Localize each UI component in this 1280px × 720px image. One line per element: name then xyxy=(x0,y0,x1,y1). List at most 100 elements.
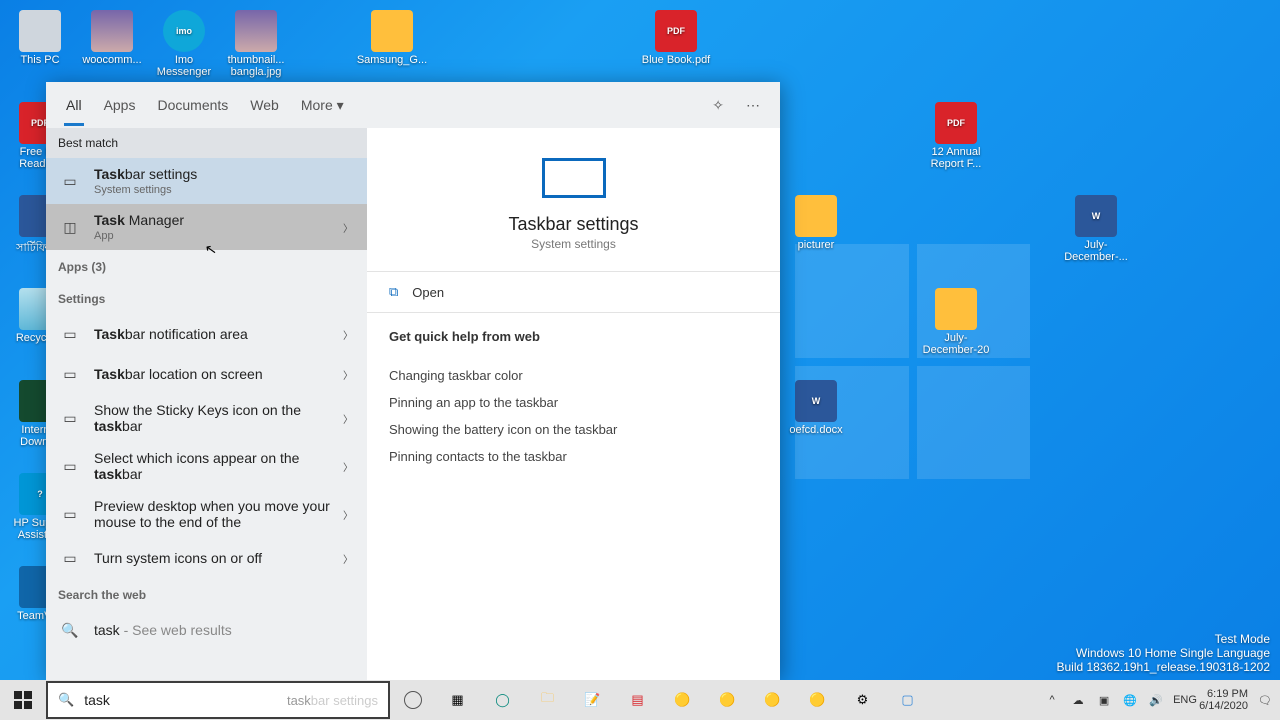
system-tray[interactable]: ^ ☁ ▣ 🌐 🔊 ENG 6:19 PM6/14/2020 🗨 xyxy=(1043,688,1280,712)
icon-label: Blue Book.pdf xyxy=(640,54,712,66)
options-icon[interactable]: ⋯ xyxy=(746,97,760,114)
open-icon: ⧉ xyxy=(389,284,398,300)
tab-all[interactable]: All xyxy=(66,97,82,113)
result-taskbar-settings[interactable]: ▭ Taskbar settingsSystem settings xyxy=(46,158,367,204)
desktop-icon[interactable]: WJuly-December-... xyxy=(1060,195,1132,263)
tab-documents[interactable]: Documents xyxy=(157,97,228,113)
taskbar-pdf[interactable]: ▤ xyxy=(615,680,660,720)
desktop-icon[interactable]: thumbnail... bangla.jpg xyxy=(220,10,292,78)
file-icon: W xyxy=(1075,195,1117,237)
icon-label: 12 Annual Report F... xyxy=(920,146,992,170)
section-best-match: Best match xyxy=(46,128,367,158)
desktop-icon[interactable]: woocomm... xyxy=(76,10,148,66)
chevron-right-icon: 〉 xyxy=(343,459,353,474)
desktop-build-info: Test Mode Windows 10 Home Single Languag… xyxy=(1056,632,1270,674)
icon-label: July-December-20 xyxy=(920,332,992,356)
chevron-right-icon: 〉 xyxy=(343,507,353,522)
chevron-right-icon: 〉 xyxy=(343,551,353,566)
file-icon: imo xyxy=(163,10,205,52)
detail-subtitle: System settings xyxy=(531,237,616,251)
icon-label: Samsung_G... xyxy=(356,54,428,66)
taskbar-pinned-apps: ▦ ◯ 🗀 📝 ▤ 🟡 🟡 🟡 🟡 ⚙ ▢ xyxy=(390,680,930,720)
tray-clock[interactable]: 6:19 PM6/14/2020 xyxy=(1199,688,1248,712)
taskbar-app-3[interactable]: 📝 xyxy=(570,680,615,720)
taskbar: 🔍 taskbar settings ▦ ◯ 🗀 📝 ▤ 🟡 🟡 🟡 🟡 ⚙ ▢… xyxy=(0,680,1280,720)
start-search-panel: All Apps Documents Web More ▾ ✧ ⋯ Best m… xyxy=(46,82,780,680)
desktop-icon[interactable]: PDF Blue Book.pdf xyxy=(640,10,712,66)
taskbar-app-1[interactable]: ▦ xyxy=(435,680,480,720)
detail-title: Taskbar settings xyxy=(508,214,638,235)
taskbar-settings[interactable]: ⚙ xyxy=(840,680,885,720)
taskbar-chrome-2[interactable]: 🟡 xyxy=(705,680,750,720)
file-icon xyxy=(371,10,413,52)
chevron-right-icon: 〉 xyxy=(343,367,353,382)
settings-icon: ▭ xyxy=(58,362,82,386)
settings-result-item[interactable]: ▭Taskbar notification area〉 xyxy=(46,314,367,354)
taskbar-edge[interactable]: ◯ xyxy=(480,680,525,720)
search-icon: 🔍 xyxy=(58,692,74,708)
settings-icon: ▭ xyxy=(58,454,82,478)
tray-notifications-icon[interactable]: 🗨 xyxy=(1256,694,1274,707)
desktop-icon[interactable]: PDF12 Annual Report F... xyxy=(920,102,992,170)
desktop-icon[interactable]: imoImo Messenger xyxy=(148,10,220,78)
file-icon: PDF xyxy=(655,10,697,52)
taskbar-explorer[interactable]: 🗀 xyxy=(525,680,570,720)
tray-overflow-icon[interactable]: ^ xyxy=(1043,694,1061,706)
desktop-icon[interactable]: picturer xyxy=(780,195,852,251)
tray-volume-icon[interactable]: 🔊 xyxy=(1147,694,1165,707)
result-task-manager[interactable]: ◫ Task ManagerApp 〉 xyxy=(46,204,367,250)
taskbar-chrome-4[interactable]: 🟡 xyxy=(795,680,840,720)
taskbar-chrome-1[interactable]: 🟡 xyxy=(660,680,705,720)
desktop-icon[interactable]: July-December-20 xyxy=(920,288,992,356)
tray-onedrive-icon[interactable]: ☁ xyxy=(1069,694,1087,707)
start-button[interactable] xyxy=(0,680,46,720)
desktop-icon[interactable]: Samsung_G... xyxy=(356,10,428,66)
settings-result-item[interactable]: ▭Show the Sticky Keys icon on the taskba… xyxy=(46,394,367,442)
task-manager-icon: ◫ xyxy=(58,215,82,239)
task-view-button[interactable] xyxy=(390,680,435,720)
taskbar-camera[interactable]: ▢ xyxy=(885,680,930,720)
file-icon xyxy=(91,10,133,52)
monitor-icon: ▭ xyxy=(58,169,82,193)
section-search-web: Search the web xyxy=(46,578,367,610)
tray-language[interactable]: ENG xyxy=(1173,694,1191,706)
file-icon xyxy=(935,288,977,330)
search-detail-pane: Taskbar settings System settings ⧉ Open … xyxy=(367,128,780,680)
help-heading: Get quick help from web xyxy=(389,329,758,344)
windows-logo-icon xyxy=(14,691,32,709)
file-icon xyxy=(235,10,277,52)
icon-label: thumbnail... bangla.jpg xyxy=(220,54,292,78)
tab-more[interactable]: More ▾ xyxy=(301,97,344,114)
section-settings: Settings xyxy=(46,282,367,314)
taskbar-chrome-3[interactable]: 🟡 xyxy=(750,680,795,720)
settings-result-item[interactable]: ▭Taskbar location on screen〉 xyxy=(46,354,367,394)
help-link[interactable]: Showing the battery icon on the taskbar xyxy=(389,416,758,443)
result-web-search[interactable]: 🔍 task - See web results xyxy=(46,610,367,650)
tab-apps[interactable]: Apps xyxy=(104,97,136,113)
feedback-icon[interactable]: ✧ xyxy=(712,97,724,114)
search-tabs: All Apps Documents Web More ▾ ✧ ⋯ xyxy=(46,82,780,128)
desktop-icon[interactable]: This PC xyxy=(4,10,76,66)
file-icon xyxy=(795,195,837,237)
taskbar-search-box[interactable]: 🔍 taskbar settings xyxy=(46,681,390,719)
icon-label: woocomm... xyxy=(76,54,148,66)
settings-result-item[interactable]: ▭Turn system icons on or off〉 xyxy=(46,538,367,578)
settings-icon: ▭ xyxy=(58,406,82,430)
file-icon: PDF xyxy=(935,102,977,144)
tab-web[interactable]: Web xyxy=(250,97,279,113)
help-link[interactable]: Pinning contacts to the taskbar xyxy=(389,443,758,470)
settings-icon: ▭ xyxy=(58,502,82,526)
settings-result-item[interactable]: ▭Preview desktop when you move your mous… xyxy=(46,490,367,538)
tray-app-icon[interactable]: ▣ xyxy=(1095,694,1113,707)
help-link[interactable]: Pinning an app to the taskbar xyxy=(389,389,758,416)
chevron-right-icon: 〉 xyxy=(343,411,353,426)
settings-icon: ▭ xyxy=(58,546,82,570)
desktop-icon[interactable]: Woefcd.docx xyxy=(780,380,852,436)
tray-network-icon[interactable]: 🌐 xyxy=(1121,694,1139,707)
settings-result-item[interactable]: ▭Select which icons appear on the taskba… xyxy=(46,442,367,490)
open-action[interactable]: ⧉ Open xyxy=(367,271,780,313)
chevron-right-icon: 〉 xyxy=(343,220,353,235)
settings-icon: ▭ xyxy=(58,322,82,346)
help-link[interactable]: Changing taskbar color xyxy=(389,362,758,389)
icon-label: Imo Messenger xyxy=(148,54,220,78)
